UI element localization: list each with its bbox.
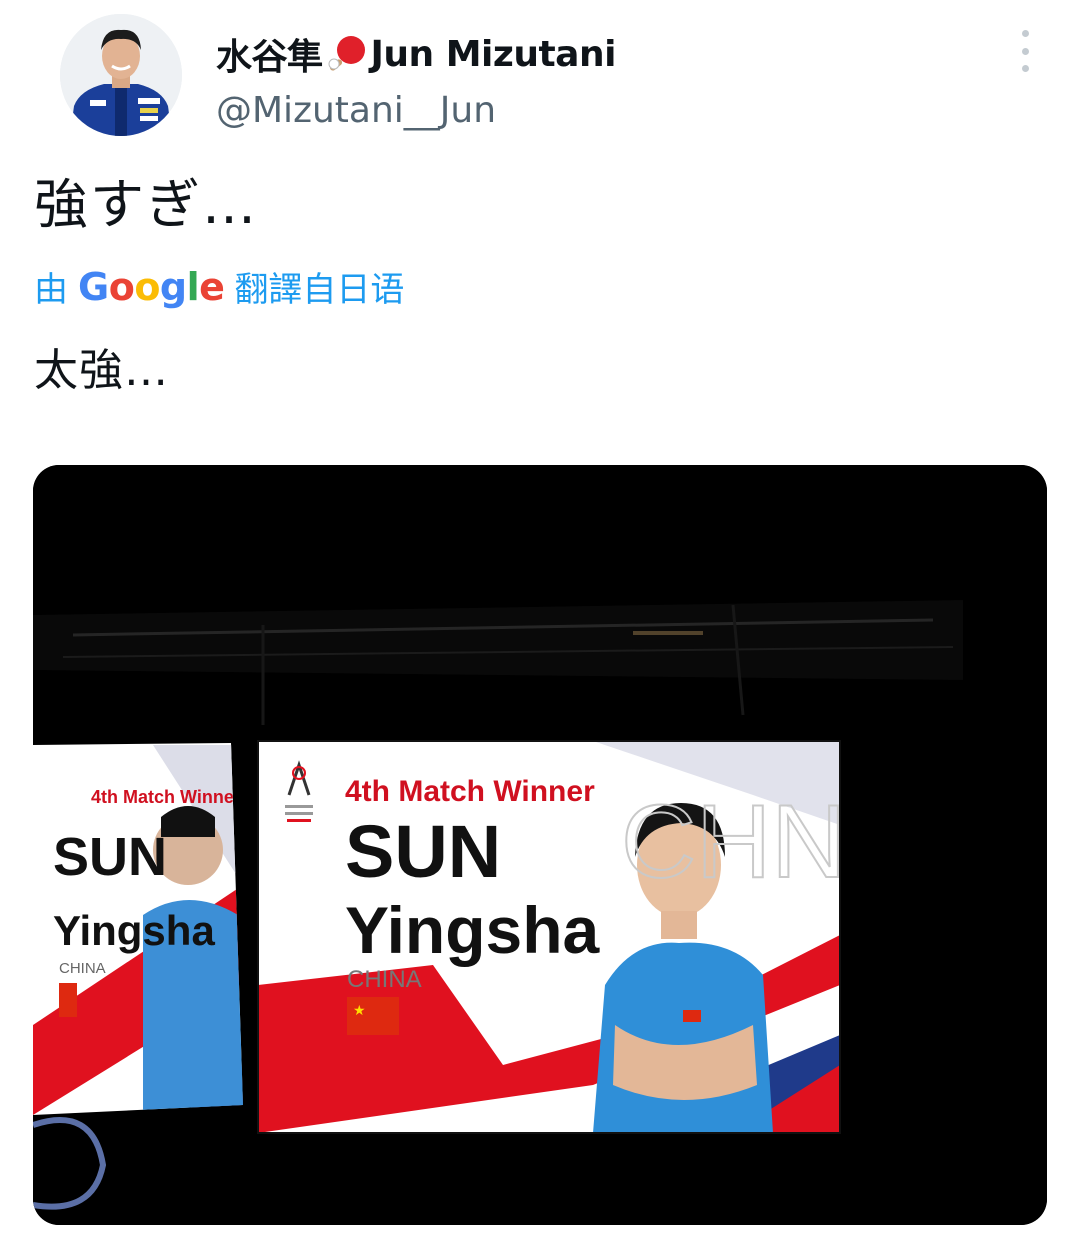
avatar-image [60,14,182,136]
translated-text: 太強… [34,345,169,396]
avatar[interactable] [60,14,182,136]
translated-by-google[interactable]: 由 Google 翻譯自日语 [34,262,404,311]
translate-prefix: 由 [34,270,68,310]
side-country: CHINA [59,960,106,977]
main-headline: 4th Match Winner [345,775,595,808]
main-watermark: CHN [621,784,846,900]
display-name-english: Jun Mizutani [370,33,617,75]
main-given-name: Yingsha [345,893,601,967]
user-handle[interactable]: @Mizutani__Jun [216,90,496,131]
ping-pong-paddle-icon [325,34,369,74]
main-country: CHINA [347,966,422,993]
tweet-text: 強すぎ… [34,173,258,236]
display-name-japanese: 水谷隼 [216,37,323,78]
google-logo: Google [78,264,225,309]
side-surname: SUN [53,827,167,887]
translate-suffix: 翻譯自日语 [234,270,405,310]
display-name[interactable]: 水谷隼 Jun Mizutani [216,28,616,80]
tweet-media-photo[interactable]: 4th Match Winner SUN Yingsha CHINA CHN 4… [33,465,1047,1225]
main-surname: SUN [345,810,501,893]
side-given-name: Yingsha [53,907,215,954]
svg-text:★: ★ [353,1003,366,1019]
arena-screens-photo: 4th Match Winner SUN Yingsha CHINA CHN 4… [33,465,1047,1225]
more-vertical-icon[interactable] [1008,30,1042,72]
main-screen: CHN 4th Match Winner SUN Yingsha CHINA ★ [257,740,846,1134]
side-china-flag [59,983,77,1017]
side-headline: 4th Match Winner [91,787,241,807]
